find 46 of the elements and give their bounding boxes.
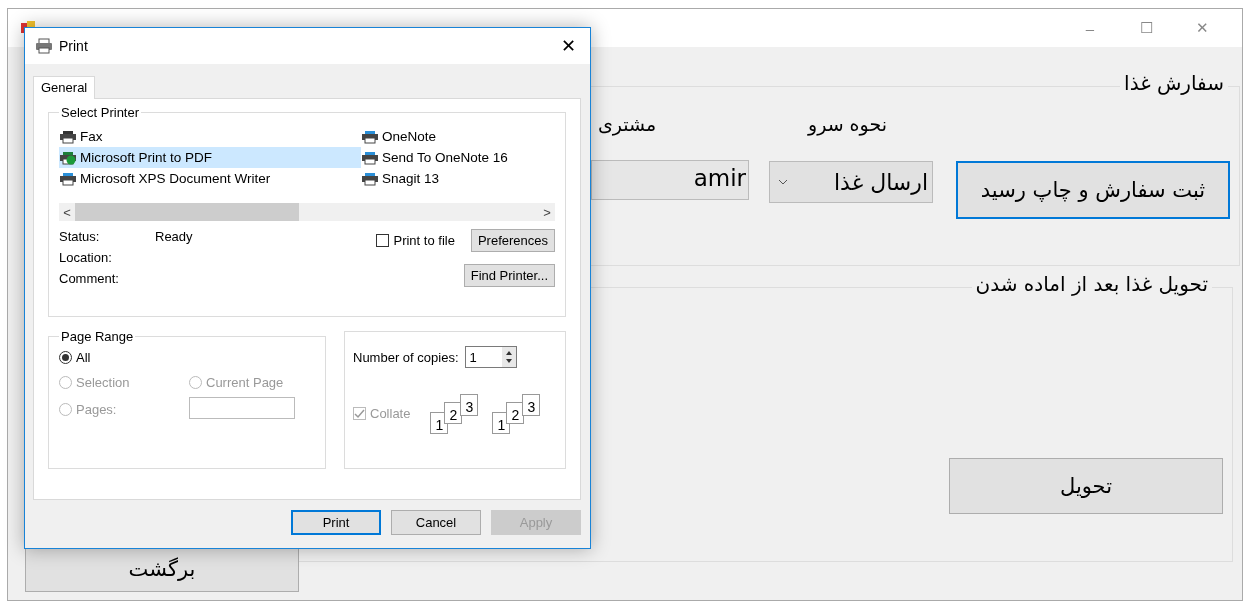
printer-item[interactable]: Microsoft XPS Document Writer xyxy=(59,168,361,189)
serve-dropdown[interactable]: ارسال غذا xyxy=(769,161,933,203)
deliver-button[interactable]: تحویل xyxy=(949,458,1223,514)
status-label: Status: xyxy=(59,229,101,246)
scroll-right-button[interactable]: > xyxy=(539,204,555,220)
pages-field[interactable] xyxy=(189,397,295,419)
printer-icon xyxy=(361,171,379,186)
printer-item[interactable]: Fax xyxy=(59,126,361,147)
chevron-down-icon xyxy=(778,179,788,185)
checkmark-icon xyxy=(354,407,365,419)
dialog-button[interactable]: Cancel xyxy=(391,510,481,535)
preferences-button[interactable]: Preferences xyxy=(470,229,555,252)
printer-icon xyxy=(35,38,53,54)
tab[interactable]: General xyxy=(33,76,96,99)
printer-item[interactable]: Send To OneNote 16 xyxy=(361,147,555,168)
printer-icon xyxy=(59,150,77,165)
copies-spinner[interactable]: 1 xyxy=(464,346,517,368)
printer-icon xyxy=(59,129,77,144)
scroll-left-button[interactable]: < xyxy=(59,204,75,220)
printer-item[interactable]: OneNote xyxy=(361,126,555,147)
comment-label: Comment: xyxy=(59,271,120,288)
printer-icon xyxy=(361,150,379,165)
printer-icon xyxy=(361,129,379,144)
printer-item[interactable]: Snagit 13 xyxy=(361,168,555,189)
dialog-button[interactable]: Print xyxy=(291,510,381,535)
copies-label: Number of copies: xyxy=(353,349,459,365)
location-label: Location: xyxy=(59,250,113,267)
printer-item[interactable]: Microsoft Print to PDF xyxy=(59,147,361,168)
serve-label: نحوه سرو xyxy=(808,113,887,135)
close-button[interactable]: ✕ xyxy=(557,35,580,57)
horizontal-scrollbar[interactable]: < > xyxy=(59,203,555,221)
status-value: Ready xyxy=(155,229,193,246)
back-button[interactable]: برگشت xyxy=(25,546,299,592)
radio-option[interactable]: All xyxy=(59,350,91,365)
window-control[interactable]: – xyxy=(1062,19,1118,37)
window-control[interactable]: ☐ xyxy=(1118,19,1174,37)
printer-icon xyxy=(59,171,77,186)
submit-order-button[interactable]: ثبت سفارش و چاپ رسید xyxy=(956,161,1230,219)
find-printer-button[interactable]: Find Printer... xyxy=(463,264,555,287)
group-title: Page Range xyxy=(60,329,135,344)
customer-label: مشتری xyxy=(598,113,657,135)
window-control[interactable]: ✕ xyxy=(1174,19,1230,37)
dialog-title: Print xyxy=(59,38,88,54)
customer-field[interactable]: amir xyxy=(591,160,749,200)
print-to-file-checkbox[interactable]: Print to file xyxy=(376,233,455,248)
group-title: Select Printer xyxy=(60,105,141,120)
